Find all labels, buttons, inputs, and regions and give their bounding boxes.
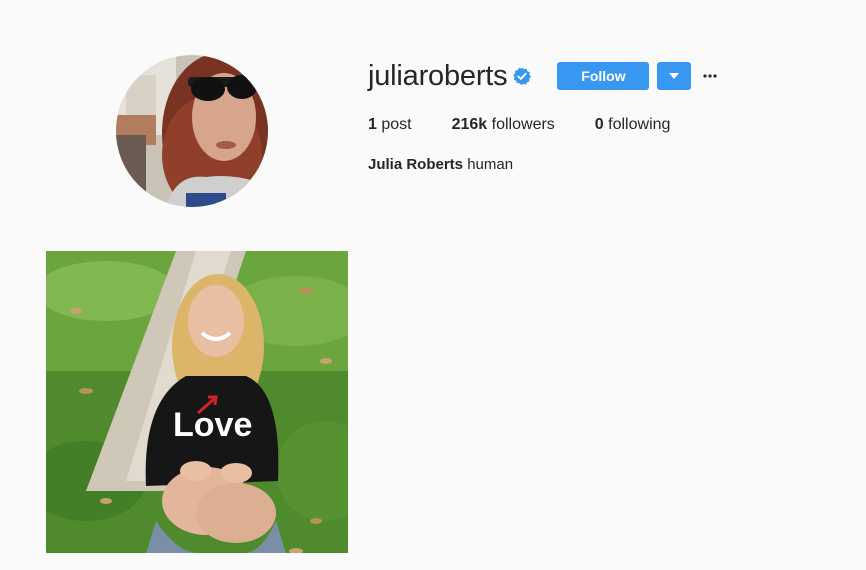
username: juliaroberts bbox=[368, 60, 508, 92]
post-thumbnail[interactable]: Love bbox=[46, 251, 348, 553]
following-stat[interactable]: 0 following bbox=[595, 116, 671, 134]
posts-label: post bbox=[381, 116, 412, 133]
posts-stat[interactable]: 1 post bbox=[368, 116, 412, 134]
verified-badge-icon bbox=[513, 67, 532, 85]
following-label: following bbox=[608, 116, 671, 133]
profile-title-row: juliaroberts Follow bbox=[368, 56, 718, 96]
posts-count: 1 bbox=[368, 116, 377, 133]
profile-avatar[interactable] bbox=[116, 55, 268, 207]
profile-stats: 1 post 216k followers 0 following bbox=[368, 116, 710, 134]
post-image: Love bbox=[46, 251, 348, 553]
bio-text: human bbox=[467, 156, 514, 173]
profile-info: juliaroberts Follow 1 post 216k follower… bbox=[368, 56, 718, 173]
avatar-image bbox=[116, 55, 268, 207]
ellipsis-icon bbox=[703, 74, 718, 78]
profile-page: juliaroberts Follow 1 post 216k follower… bbox=[0, 0, 866, 570]
profile-bio: Julia Roberts human bbox=[368, 156, 513, 173]
followers-stat[interactable]: 216k followers bbox=[452, 116, 555, 134]
caret-down-icon bbox=[669, 73, 680, 79]
follow-button[interactable]: Follow bbox=[557, 62, 650, 90]
svg-text:Love: Love bbox=[173, 406, 252, 444]
full-name: Julia Roberts bbox=[368, 156, 464, 173]
followers-label: followers bbox=[491, 116, 555, 133]
followers-count: 216k bbox=[451, 116, 488, 133]
following-count: 0 bbox=[594, 116, 604, 133]
more-options-button[interactable] bbox=[702, 66, 718, 86]
suggestions-dropdown-button[interactable] bbox=[657, 62, 692, 90]
